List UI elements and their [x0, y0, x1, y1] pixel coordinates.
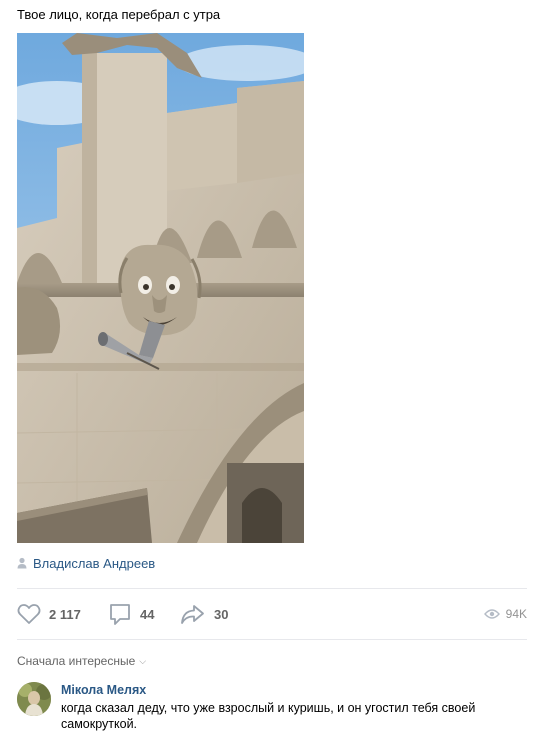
eye-icon [483, 609, 500, 619]
comment-icon [110, 604, 130, 625]
avatar-image [17, 682, 51, 716]
post-actions: 2 117 44 30 94K [17, 600, 527, 628]
divider [17, 588, 527, 589]
views-count: 94K [505, 607, 527, 621]
share-count: 30 [214, 606, 229, 622]
post-photo[interactable] [17, 33, 304, 543]
like-count: 2 117 [49, 606, 81, 622]
comment-count: 44 [140, 606, 155, 622]
chevron-down-icon: ⌵ [139, 655, 147, 666]
sort-label: Сначала интересные [17, 654, 136, 668]
share-button[interactable]: 30 [180, 600, 228, 628]
person-icon [17, 557, 27, 569]
comments-sort-dropdown[interactable]: Сначала интересные ⌵ [17, 654, 146, 668]
post-text: Твое лицо, когда перебрал с утра [17, 7, 221, 22]
like-button[interactable]: 2 117 [17, 600, 81, 628]
comment-author[interactable]: Мікола Меляx [61, 683, 146, 697]
comment-text: когда сказал деду, что уже взрослый и ку… [61, 701, 476, 731]
heart-icon [17, 604, 41, 624]
avatar[interactable] [17, 682, 51, 716]
author-name: Владислав Андреев [33, 555, 156, 571]
gargoyle-photo [17, 33, 304, 543]
divider [17, 639, 527, 640]
post-author[interactable]: Владислав Андреев [17, 555, 155, 571]
comment-button[interactable]: 44 [108, 600, 154, 628]
share-icon [181, 605, 204, 624]
views-counter: 94K [483, 600, 527, 628]
